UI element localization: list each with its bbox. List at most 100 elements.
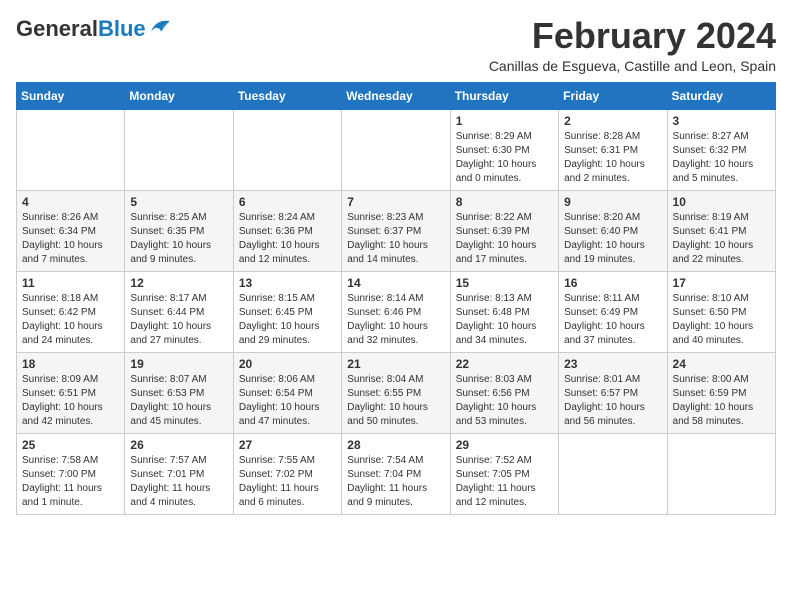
day-number: 20	[239, 357, 336, 371]
calendar-cell: 23 Sunrise: 8:01 AM Sunset: 6:57 PM Dayli…	[559, 352, 667, 433]
day-info: Sunrise: 8:25 AM Sunset: 6:35 PM Dayligh…	[130, 211, 227, 267]
day-info: Sunrise: 8:14 AM Sunset: 6:46 PM Dayligh…	[347, 292, 444, 348]
calendar-table: SundayMondayTuesdayWednesdayThursdayFrid…	[16, 82, 776, 515]
day-info: Sunrise: 8:17 AM Sunset: 6:44 PM Dayligh…	[130, 292, 227, 348]
day-number: 12	[130, 276, 227, 290]
calendar-cell: 22 Sunrise: 8:03 AM Sunset: 6:56 PM Dayli…	[450, 352, 558, 433]
day-info: Sunrise: 8:15 AM Sunset: 6:45 PM Dayligh…	[239, 292, 336, 348]
calendar-cell: 3 Sunrise: 8:27 AM Sunset: 6:32 PM Daylig…	[667, 109, 775, 190]
day-number: 17	[673, 276, 770, 290]
calendar-cell: 1 Sunrise: 8:29 AM Sunset: 6:30 PM Daylig…	[450, 109, 558, 190]
weekday-header-tuesday: Tuesday	[233, 82, 341, 109]
day-info: Sunrise: 8:07 AM Sunset: 6:53 PM Dayligh…	[130, 373, 227, 429]
calendar-cell: 14 Sunrise: 8:14 AM Sunset: 6:46 PM Dayli…	[342, 271, 450, 352]
logo-text: GeneralBlue	[16, 16, 146, 42]
day-info: Sunrise: 8:13 AM Sunset: 6:48 PM Dayligh…	[456, 292, 553, 348]
logo-bird-icon	[149, 17, 171, 35]
calendar-cell: 20 Sunrise: 8:06 AM Sunset: 6:54 PM Dayli…	[233, 352, 341, 433]
day-number: 6	[239, 195, 336, 209]
day-number: 13	[239, 276, 336, 290]
calendar-cell	[559, 433, 667, 514]
calendar-cell: 12 Sunrise: 8:17 AM Sunset: 6:44 PM Dayli…	[125, 271, 233, 352]
calendar-cell: 26Sunrise: 7:57 AM Sunset: 7:01 PM Dayli…	[125, 433, 233, 514]
calendar-cell: 10 Sunrise: 8:19 AM Sunset: 6:41 PM Dayli…	[667, 190, 775, 271]
calendar-cell	[667, 433, 775, 514]
day-info: Sunrise: 7:58 AM Sunset: 7:00 PM Dayligh…	[22, 454, 119, 510]
calendar-week-5: 25Sunrise: 7:58 AM Sunset: 7:00 PM Dayli…	[17, 433, 776, 514]
day-number: 27	[239, 438, 336, 452]
calendar-cell	[17, 109, 125, 190]
day-number: 4	[22, 195, 119, 209]
weekday-header-friday: Friday	[559, 82, 667, 109]
calendar-cell: 15Sunrise: 8:13 AM Sunset: 6:48 PM Dayli…	[450, 271, 558, 352]
day-number: 23	[564, 357, 661, 371]
day-info: Sunrise: 8:20 AM Sunset: 6:40 PM Dayligh…	[564, 211, 661, 267]
calendar-cell: 4 Sunrise: 8:26 AM Sunset: 6:34 PM Daylig…	[17, 190, 125, 271]
day-number: 28	[347, 438, 444, 452]
calendar-cell: 24Sunrise: 8:00 AM Sunset: 6:59 PM Dayli…	[667, 352, 775, 433]
day-info: Sunrise: 8:22 AM Sunset: 6:39 PM Dayligh…	[456, 211, 553, 267]
page-header: GeneralBlue February 2024 Canillas de Es…	[16, 16, 776, 74]
day-number: 3	[673, 114, 770, 128]
calendar-cell: 28 Sunrise: 7:54 AM Sunset: 7:04 PM Dayli…	[342, 433, 450, 514]
calendar-week-2: 4 Sunrise: 8:26 AM Sunset: 6:34 PM Daylig…	[17, 190, 776, 271]
day-info: Sunrise: 8:29 AM Sunset: 6:30 PM Dayligh…	[456, 130, 553, 186]
calendar-week-1: 1 Sunrise: 8:29 AM Sunset: 6:30 PM Daylig…	[17, 109, 776, 190]
day-info: Sunrise: 8:23 AM Sunset: 6:37 PM Dayligh…	[347, 211, 444, 267]
day-info: Sunrise: 8:24 AM Sunset: 6:36 PM Dayligh…	[239, 211, 336, 267]
day-number: 10	[673, 195, 770, 209]
day-number: 18	[22, 357, 119, 371]
day-info: Sunrise: 8:19 AM Sunset: 6:41 PM Dayligh…	[673, 211, 770, 267]
weekday-header-sunday: Sunday	[17, 82, 125, 109]
calendar-cell: 29 Sunrise: 7:52 AM Sunset: 7:05 PM Dayli…	[450, 433, 558, 514]
day-info: Sunrise: 8:06 AM Sunset: 6:54 PM Dayligh…	[239, 373, 336, 429]
calendar-week-4: 18Sunrise: 8:09 AM Sunset: 6:51 PM Dayli…	[17, 352, 776, 433]
day-info: Sunrise: 8:04 AM Sunset: 6:55 PM Dayligh…	[347, 373, 444, 429]
day-number: 29	[456, 438, 553, 452]
calendar-cell	[125, 109, 233, 190]
day-number: 7	[347, 195, 444, 209]
calendar-cell: 2Sunrise: 8:28 AM Sunset: 6:31 PM Daylig…	[559, 109, 667, 190]
calendar-cell: 19Sunrise: 8:07 AM Sunset: 6:53 PM Dayli…	[125, 352, 233, 433]
day-info: Sunrise: 8:01 AM Sunset: 6:57 PM Dayligh…	[564, 373, 661, 429]
calendar-cell: 25Sunrise: 7:58 AM Sunset: 7:00 PM Dayli…	[17, 433, 125, 514]
day-number: 16	[564, 276, 661, 290]
title-section: February 2024 Canillas de Esgueva, Casti…	[489, 16, 776, 74]
day-number: 14	[347, 276, 444, 290]
calendar-cell: 5 Sunrise: 8:25 AM Sunset: 6:35 PM Daylig…	[125, 190, 233, 271]
day-number: 9	[564, 195, 661, 209]
day-info: Sunrise: 8:11 AM Sunset: 6:49 PM Dayligh…	[564, 292, 661, 348]
day-info: Sunrise: 8:27 AM Sunset: 6:32 PM Dayligh…	[673, 130, 770, 186]
calendar-cell	[233, 109, 341, 190]
day-number: 2	[564, 114, 661, 128]
day-info: Sunrise: 8:10 AM Sunset: 6:50 PM Dayligh…	[673, 292, 770, 348]
calendar-cell: 17 Sunrise: 8:10 AM Sunset: 6:50 PM Dayli…	[667, 271, 775, 352]
day-number: 11	[22, 276, 119, 290]
day-info: Sunrise: 8:03 AM Sunset: 6:56 PM Dayligh…	[456, 373, 553, 429]
weekday-row: SundayMondayTuesdayWednesdayThursdayFrid…	[17, 82, 776, 109]
calendar-cell: 8Sunrise: 8:22 AM Sunset: 6:39 PM Daylig…	[450, 190, 558, 271]
day-number: 5	[130, 195, 227, 209]
day-info: Sunrise: 7:52 AM Sunset: 7:05 PM Dayligh…	[456, 454, 553, 510]
day-info: Sunrise: 8:00 AM Sunset: 6:59 PM Dayligh…	[673, 373, 770, 429]
day-info: Sunrise: 8:18 AM Sunset: 6:42 PM Dayligh…	[22, 292, 119, 348]
day-info: Sunrise: 7:54 AM Sunset: 7:04 PM Dayligh…	[347, 454, 444, 510]
weekday-header-monday: Monday	[125, 82, 233, 109]
weekday-header-thursday: Thursday	[450, 82, 558, 109]
calendar-cell: 6 Sunrise: 8:24 AM Sunset: 6:36 PM Daylig…	[233, 190, 341, 271]
day-info: Sunrise: 8:26 AM Sunset: 6:34 PM Dayligh…	[22, 211, 119, 267]
calendar-cell	[342, 109, 450, 190]
day-number: 1	[456, 114, 553, 128]
calendar-cell: 18Sunrise: 8:09 AM Sunset: 6:51 PM Dayli…	[17, 352, 125, 433]
calendar-body: 1 Sunrise: 8:29 AM Sunset: 6:30 PM Daylig…	[17, 109, 776, 514]
day-info: Sunrise: 7:57 AM Sunset: 7:01 PM Dayligh…	[130, 454, 227, 510]
calendar-header: SundayMondayTuesdayWednesdayThursdayFrid…	[17, 82, 776, 109]
calendar-cell: 16 Sunrise: 8:11 AM Sunset: 6:49 PM Dayli…	[559, 271, 667, 352]
logo: GeneralBlue	[16, 16, 171, 42]
calendar-cell: 27Sunrise: 7:55 AM Sunset: 7:02 PM Dayli…	[233, 433, 341, 514]
calendar-cell: 7 Sunrise: 8:23 AM Sunset: 6:37 PM Daylig…	[342, 190, 450, 271]
calendar-cell: 13 Sunrise: 8:15 AM Sunset: 6:45 PM Dayli…	[233, 271, 341, 352]
day-number: 22	[456, 357, 553, 371]
day-number: 21	[347, 357, 444, 371]
weekday-header-saturday: Saturday	[667, 82, 775, 109]
